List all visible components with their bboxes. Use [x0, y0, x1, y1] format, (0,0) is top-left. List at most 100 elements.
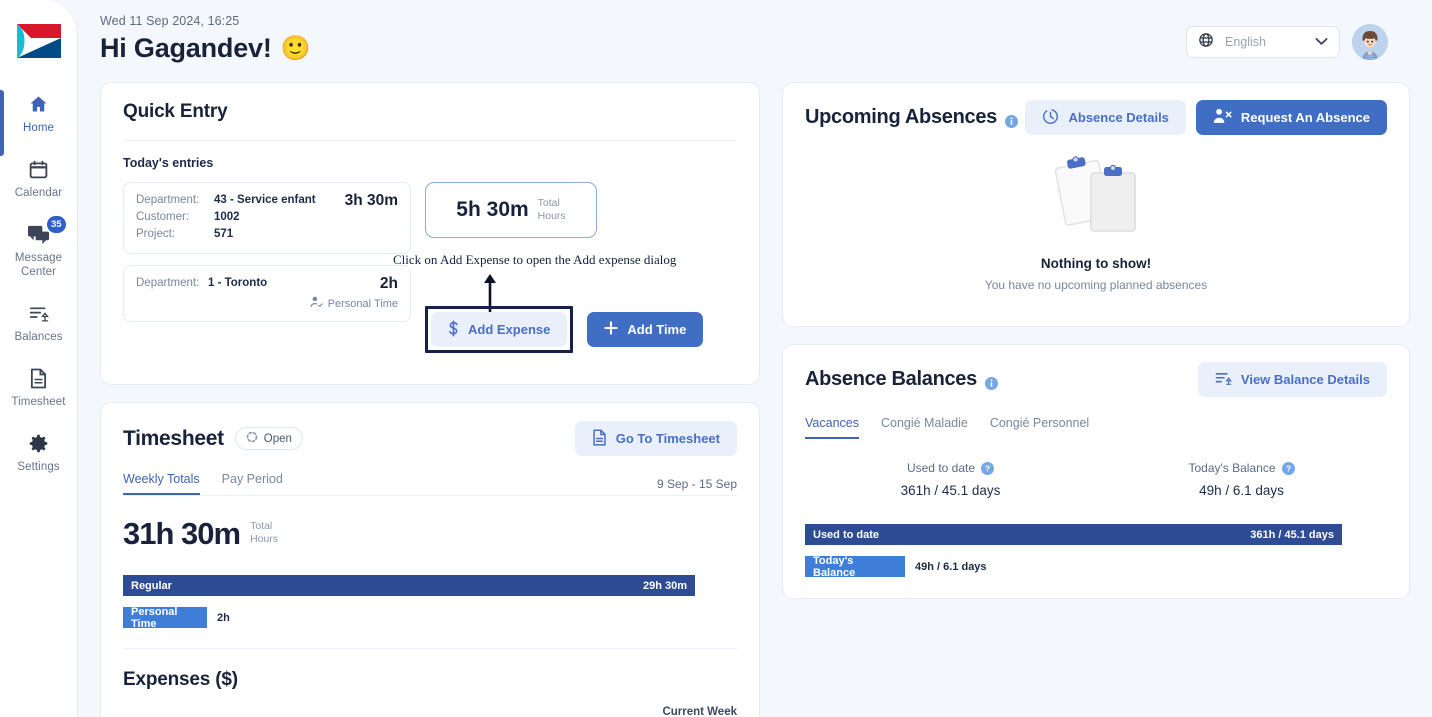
entry-row[interactable]: Department: 1 - Toronto 2h Personal Time — [123, 265, 411, 322]
document-icon — [29, 366, 48, 390]
add-expense-label: Add Expense — [468, 322, 551, 337]
timesheet-total: 31h 30m Total Hours — [123, 518, 737, 549]
person-time-icon — [310, 296, 323, 311]
absence-balances-header: Absence Balances View Balance Details — [805, 362, 1387, 397]
svg-text:?: ? — [1285, 463, 1290, 473]
divider — [123, 495, 737, 496]
current-datetime: Wed 11 Sep 2024, 16:25 — [100, 14, 240, 28]
sidebar-item-home[interactable]: Home — [0, 81, 77, 146]
sidebar-item-timesheet[interactable]: Timesheet — [0, 355, 77, 420]
person-remove-icon — [1213, 108, 1232, 127]
balance-column-label: Used to date ? — [805, 461, 1096, 475]
entry-row[interactable]: Department: 43 - Service enfant Customer… — [123, 182, 411, 254]
add-expense-button[interactable]: Add Expense — [431, 312, 568, 347]
view-balance-details-button[interactable]: View Balance Details — [1197, 362, 1387, 397]
bar-value: 2h — [217, 611, 230, 624]
sidebar-item-balances[interactable]: Balances — [0, 290, 77, 355]
info-icon[interactable] — [984, 373, 998, 390]
entry-field-key: Department: — [136, 277, 200, 289]
entry-tag: Personal Time — [136, 296, 398, 311]
balance-column-label-text: Today's Balance — [1188, 461, 1276, 475]
tab-vacances[interactable]: Vacances — [805, 416, 859, 439]
total-hours-label: Total Hours — [538, 197, 566, 223]
smiley-icon: 🙂 — [280, 34, 311, 62]
request-absence-button[interactable]: Request An Absence — [1195, 100, 1387, 135]
total-hours-label-line1: Total — [537, 197, 560, 209]
empty-state-title: Nothing to show! — [1040, 256, 1152, 271]
svg-text:?: ? — [985, 463, 990, 473]
globe-icon — [1198, 32, 1214, 53]
status-badge: Open — [234, 427, 303, 450]
clipboards-illustration — [1047, 156, 1145, 249]
company-logo — [12, 15, 65, 67]
bar-label: Today's Balance — [813, 554, 856, 579]
sidebar-item-message-center[interactable]: 35 Message Center — [0, 211, 77, 290]
sidebar-item-label: Calendar — [14, 187, 63, 199]
sidebar-item-label: Message Center — [14, 252, 63, 278]
timesheet-tabs: Weekly Totals Pay Period — [123, 472, 283, 495]
entry-tag-label: Personal Time — [327, 297, 398, 310]
top-bar-right: English — [1186, 24, 1388, 60]
add-expense-highlight: Add Expense — [425, 306, 574, 353]
app-root: Home Calendar 35 Message Center Balances… — [0, 0, 1432, 717]
message-badge: 35 — [47, 216, 66, 233]
upcoming-absences-title: Upcoming Absences — [805, 106, 1018, 129]
empty-state: Nothing to show! You have no upcoming pl… — [805, 149, 1387, 292]
quick-entry-buttons: Add Expense Add Time — [425, 306, 704, 353]
balance-bar-row: Today's Balance 49h / 6.1 days — [805, 554, 1387, 579]
info-icon[interactable] — [1004, 111, 1018, 128]
entry-field-value: 1 - Toronto — [208, 277, 268, 289]
language-value: English — [1225, 35, 1266, 49]
status-badge-label: Open — [263, 432, 292, 445]
balances-icon — [28, 301, 49, 325]
sidebar-item-settings[interactable]: Settings — [0, 420, 77, 485]
right-column: Upcoming Absences Absence Details Reques… — [782, 82, 1410, 717]
tab-pay-period[interactable]: Pay Period — [222, 472, 283, 495]
sidebar-item-label: Home — [22, 122, 55, 134]
bar-value: 361h / 45.1 days — [1250, 528, 1334, 541]
bar-personal-time: Personal Time — [123, 606, 207, 630]
balance-column-value: 361h / 45.1 days — [900, 483, 1001, 498]
timesheet-total-label: Total Hours — [250, 520, 278, 549]
bar-regular: Regular 29h 30m — [123, 575, 695, 596]
absence-balances-tabs: Vacances Congié Maladie Congié Personnel — [805, 416, 1387, 439]
absence-details-button[interactable]: Absence Details — [1025, 100, 1186, 135]
upcoming-absences-card: Upcoming Absences Absence Details Reques… — [782, 82, 1410, 327]
message-icon: 35 — [27, 216, 66, 246]
timesheet-total-label-line2: Hours — [250, 533, 279, 545]
entry-hours: 3h 30m — [344, 192, 398, 209]
absence-balances-card: Absence Balances View Balance Details Va… — [782, 344, 1410, 599]
help-icon[interactable]: ? — [981, 461, 995, 475]
quick-entry-right: 5h 30m Total Hours Click on Add Expense … — [393, 182, 737, 362]
main-area: Wed 11 Sep 2024, 16:25 Hi Gagandev! 🙂 En… — [78, 0, 1432, 717]
empty-state-subtitle: You have no upcoming planned absences — [984, 278, 1208, 292]
timesheet-tabs-row: Weekly Totals Pay Period 9 Sep - 15 Sep — [123, 472, 737, 495]
upcoming-absences-actions: Absence Details Request An Absence — [1025, 100, 1387, 135]
balance-column-label: Today's Balance ? — [1096, 461, 1387, 475]
go-to-timesheet-button[interactable]: Go To Timesheet — [574, 421, 737, 456]
language-select[interactable]: English — [1186, 26, 1340, 58]
tab-conge-maladie[interactable]: Congié Maladie — [881, 416, 968, 439]
dollar-icon — [448, 320, 459, 340]
add-time-button[interactable]: Add Time — [587, 312, 704, 347]
tab-weekly-totals[interactable]: Weekly Totals — [123, 472, 200, 495]
user-avatar[interactable] — [1352, 24, 1388, 60]
absence-balances-title: Absence Balances — [805, 368, 998, 391]
sidebar-item-label: Timesheet — [11, 396, 66, 408]
sidebar-item-calendar[interactable]: Calendar — [0, 146, 77, 211]
todays-entries-label: Today's entries — [123, 156, 214, 170]
entry-field-value: 1002 — [214, 211, 240, 223]
bar-value: 29h 30m — [642, 579, 687, 592]
timesheet-title: Timesheet — [123, 426, 224, 450]
gear-icon — [28, 431, 49, 455]
timesheet-date-range: 9 Sep - 15 Sep — [656, 476, 737, 491]
entry-field-key: Customer: — [136, 211, 190, 223]
left-column: Quick Entry Today's entries Department: — [100, 82, 760, 717]
annotation-text: Click on Add Expense to open the Add exp… — [393, 252, 677, 267]
home-icon — [28, 92, 49, 116]
entry-field-value: 43 - Service enfant — [214, 194, 316, 206]
timesheet-bar-row: Personal Time 2h — [123, 606, 737, 630]
upcoming-absences-title-text: Upcoming Absences — [805, 106, 997, 128]
help-icon[interactable]: ? — [1281, 461, 1295, 475]
tab-conge-personnel[interactable]: Congié Personnel — [990, 416, 1089, 439]
